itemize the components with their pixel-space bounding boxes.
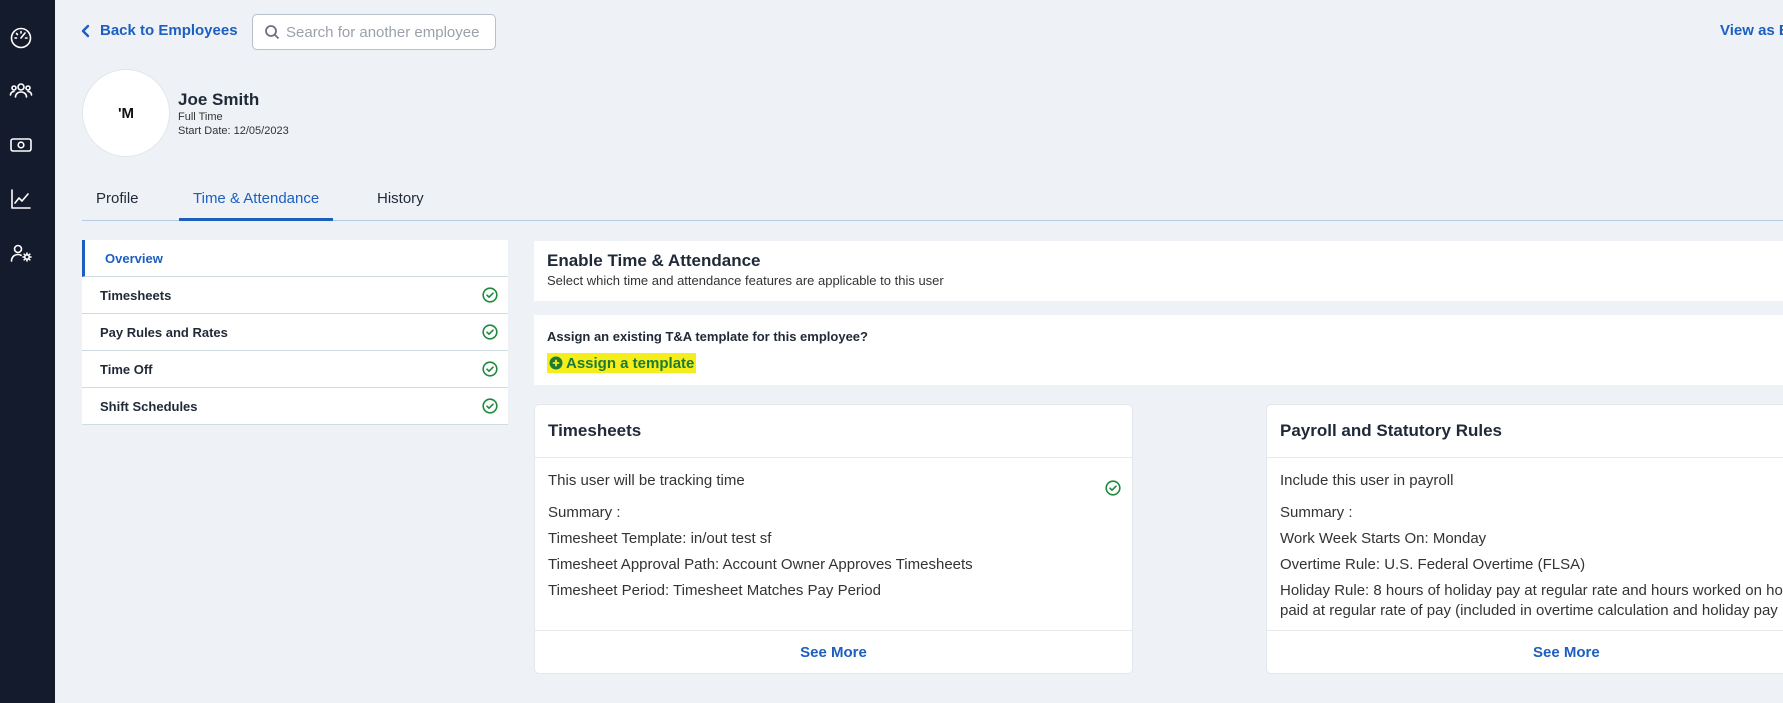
assign-template-label: Assign a template (566, 354, 695, 372)
dashboard-gauge-icon[interactable] (6, 23, 36, 53)
payroll-include-status: Include this user in payroll (1280, 472, 1454, 489)
summary-line: Holiday Rule: 8 hours of holiday pay at … (1280, 582, 1783, 599)
view-as-link[interactable]: View as E (1720, 22, 1783, 39)
subnav-item-label: Timesheets (100, 287, 172, 303)
assign-template-question: Assign an existing T&A template for this… (547, 329, 868, 344)
subnav-item-label: Time Off (100, 361, 153, 377)
subnav-item-label: Overview (105, 250, 163, 266)
summary-label: Summary : (548, 504, 621, 521)
card-footer: See More (1267, 630, 1783, 673)
check-circle-icon (482, 398, 498, 414)
tab-history[interactable]: History (363, 180, 438, 219)
check-circle-icon (482, 324, 498, 340)
payroll-rules-card: Payroll and Statutory Rules Include this… (1266, 404, 1783, 674)
check-circle-icon (482, 361, 498, 377)
employee-search[interactable] (252, 14, 496, 50)
see-more-button[interactable]: See More (800, 644, 867, 661)
back-to-employees-link[interactable]: Back to Employees (80, 22, 238, 39)
user-settings-icon[interactable] (6, 238, 36, 268)
sidebar (0, 0, 55, 703)
check-circle-icon (482, 287, 498, 303)
card-title: Payroll and Statutory Rules (1267, 405, 1783, 458)
card-footer: See More (535, 630, 1132, 673)
tab-time-attendance[interactable]: Time & Attendance (179, 180, 334, 221)
search-icon (264, 24, 280, 40)
enable-subtitle: Select which time and attendance feature… (547, 273, 944, 288)
summary-line: Timesheet Template: in/out test sf (548, 530, 772, 547)
enable-time-attendance-panel: Enable Time & Attendance Select which ti… (534, 241, 1783, 301)
avatar: 'M (82, 69, 170, 157)
tab-profile[interactable]: Profile (82, 180, 153, 219)
people-icon[interactable] (6, 76, 36, 106)
subnav-item-timesheets[interactable]: Timesheets (82, 277, 508, 314)
subnav-item-label: Shift Schedules (100, 398, 198, 414)
summary-line: Timesheet Period: Timesheet Matches Pay … (548, 582, 881, 599)
chevron-left-icon (80, 24, 92, 38)
subnav-item-time-off[interactable]: Time Off (82, 351, 508, 388)
assign-template-button[interactable]: Assign a template (547, 353, 697, 373)
timesheets-card: Timesheets This user will be tracking ti… (534, 404, 1133, 674)
check-circle-icon (1105, 480, 1121, 496)
card-title: Timesheets (535, 405, 1132, 458)
plus-circle-icon (549, 356, 563, 370)
chart-icon[interactable] (6, 184, 36, 214)
subnav-item-overview[interactable]: Overview (82, 240, 508, 277)
summary-line: Timesheet Approval Path: Account Owner A… (548, 556, 973, 573)
employee-name: Joe Smith (178, 90, 260, 109)
enable-title: Enable Time & Attendance (547, 251, 761, 270)
employee-type: Full Time (178, 111, 223, 123)
subnav-item-shift-schedules[interactable]: Shift Schedules (82, 388, 508, 425)
money-icon[interactable] (6, 130, 36, 160)
back-link-label: Back to Employees (100, 22, 238, 39)
see-more-button[interactable]: See More (1533, 644, 1600, 661)
tracking-status: This user will be tracking time (548, 472, 745, 489)
employee-search-input[interactable] (286, 23, 486, 41)
summary-label: Summary : (1280, 504, 1353, 521)
card-body: Include this user in payroll Summary : W… (1267, 458, 1783, 638)
assign-template-panel: Assign an existing T&A template for this… (534, 315, 1783, 385)
summary-line: Overtime Rule: U.S. Federal Overtime (FL… (1280, 556, 1586, 573)
subnav-item-pay-rules[interactable]: Pay Rules and Rates (82, 314, 508, 351)
tab-bar: Profile Time & Attendance History (82, 180, 1783, 221)
card-body: This user will be tracking time Summary … (535, 458, 1132, 638)
employee-start-date: Start Date: 12/05/2023 (178, 125, 289, 137)
subnav-item-label: Pay Rules and Rates (100, 324, 228, 340)
summary-line: Work Week Starts On: Monday (1280, 530, 1487, 547)
summary-line: paid at regular rate of pay (included in… (1280, 602, 1778, 619)
subnav: Overview Timesheets Pay Rules and Rates … (82, 240, 508, 425)
